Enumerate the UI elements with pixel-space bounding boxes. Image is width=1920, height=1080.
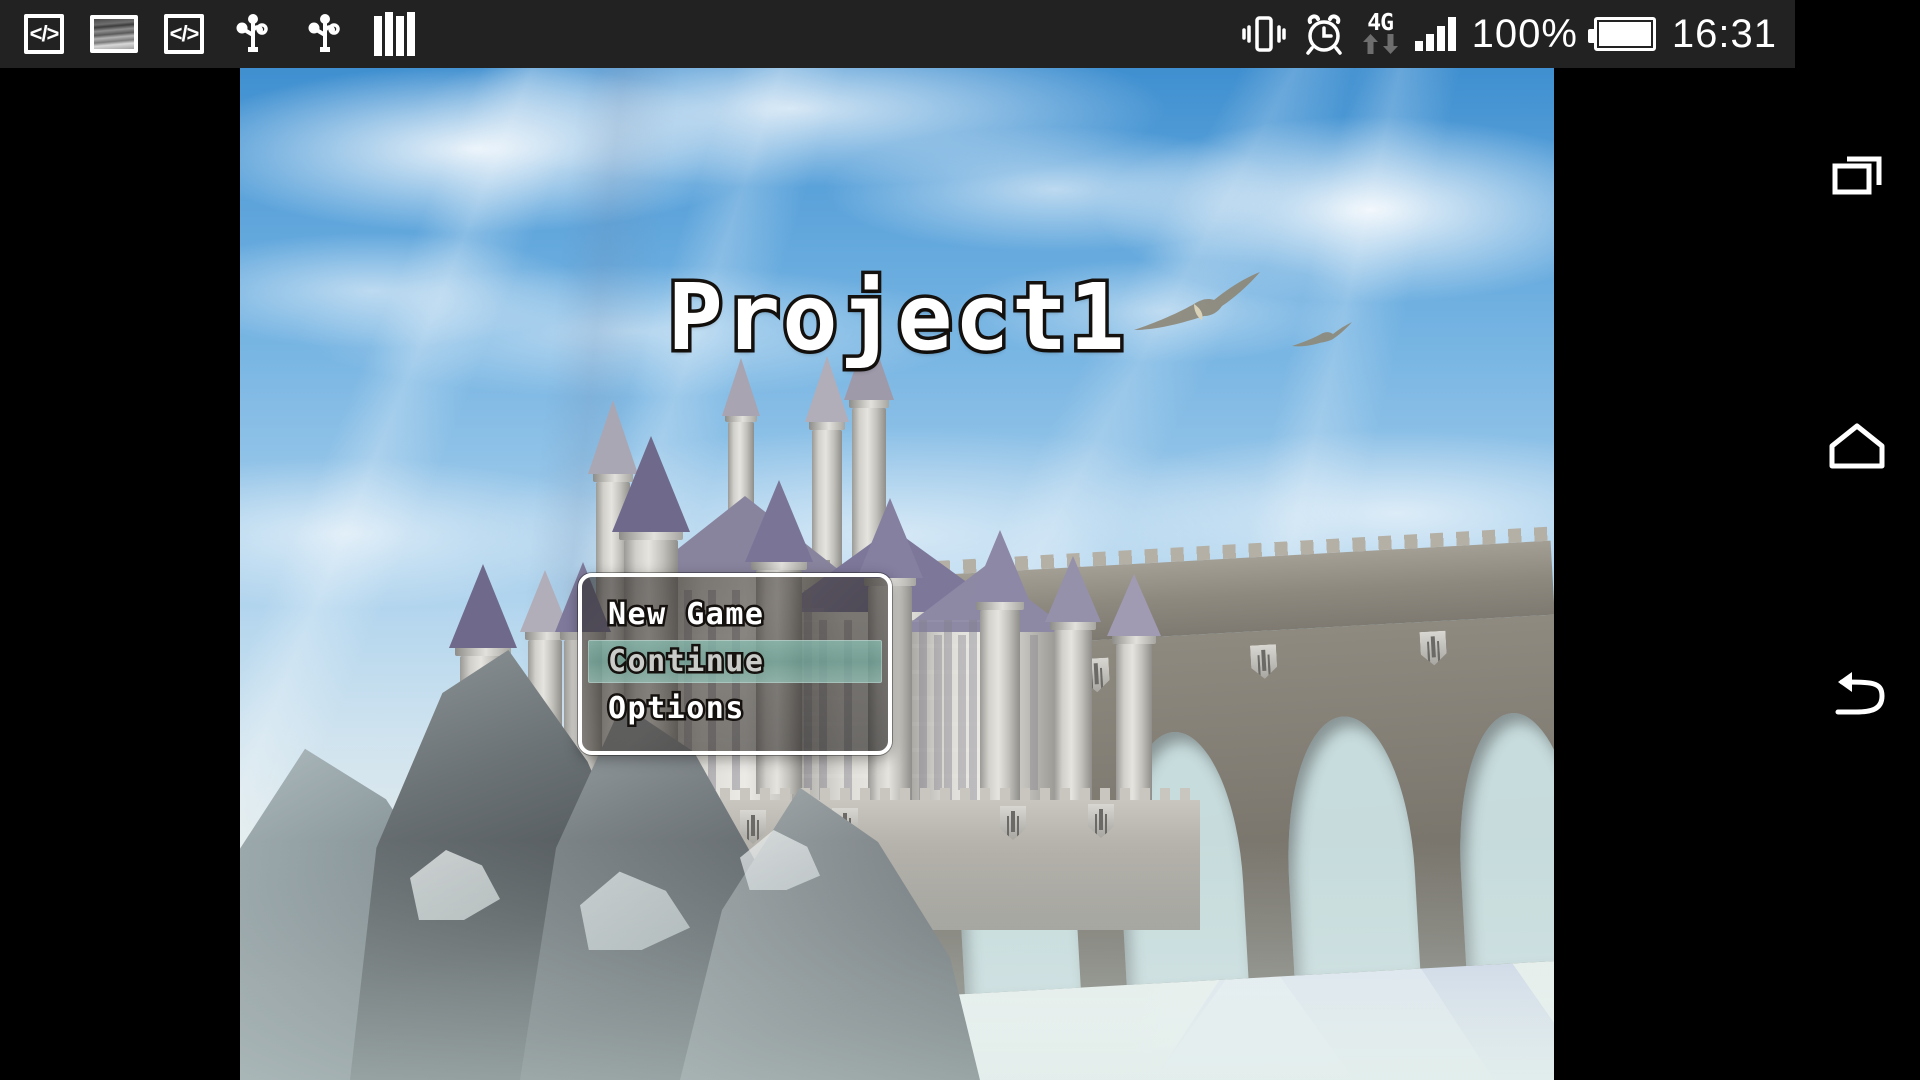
- phone-screen: </> </> 4G 100% 16:31 Project1 New Game …: [0, 0, 1920, 1080]
- code-icon-1: </>: [24, 14, 64, 54]
- battery-percent-label: 100%: [1471, 11, 1578, 56]
- code-icon-2: </>: [164, 14, 204, 54]
- recent-apps-icon: [1832, 156, 1882, 195]
- game-title: Project1: [664, 261, 1128, 375]
- status-bar: </> </> 4G 100% 16:31: [0, 0, 1795, 68]
- menu-item-continue[interactable]: Continue: [582, 638, 888, 685]
- main-menu-window[interactable]: New Game Continue Options: [578, 573, 892, 755]
- usb-icon-2: [302, 11, 348, 57]
- home-button[interactable]: [1794, 398, 1920, 494]
- back-icon: [1835, 672, 1885, 715]
- home-icon: [1829, 423, 1885, 469]
- books-icon: [374, 12, 415, 56]
- image-icon: [90, 15, 138, 53]
- usb-icon-1: [230, 11, 276, 57]
- status-bar-left-icons: </> </>: [0, 11, 415, 57]
- recent-apps-button[interactable]: [1794, 128, 1920, 224]
- navigation-bar: [1794, 68, 1920, 1080]
- vibrate-icon: [1241, 14, 1286, 54]
- menu-item-options[interactable]: Options: [582, 685, 888, 732]
- game-viewport[interactable]: Project1 New Game Continue Options: [240, 68, 1554, 1080]
- menu-item-label: Continue: [606, 642, 766, 682]
- back-button[interactable]: [1794, 646, 1920, 742]
- alarm-icon: [1302, 13, 1346, 55]
- menu-item-label: New Game: [606, 595, 766, 635]
- network-type-icon: 4G: [1362, 11, 1399, 55]
- menu-item-label: Options: [606, 689, 746, 729]
- battery-icon: [1587, 17, 1656, 51]
- status-bar-right-icons: 4G 100% 16:31: [1241, 11, 1795, 57]
- menu-item-new-game[interactable]: New Game: [582, 591, 888, 638]
- clock-label: 16:31: [1671, 11, 1777, 56]
- signal-bars-icon: [1414, 17, 1456, 51]
